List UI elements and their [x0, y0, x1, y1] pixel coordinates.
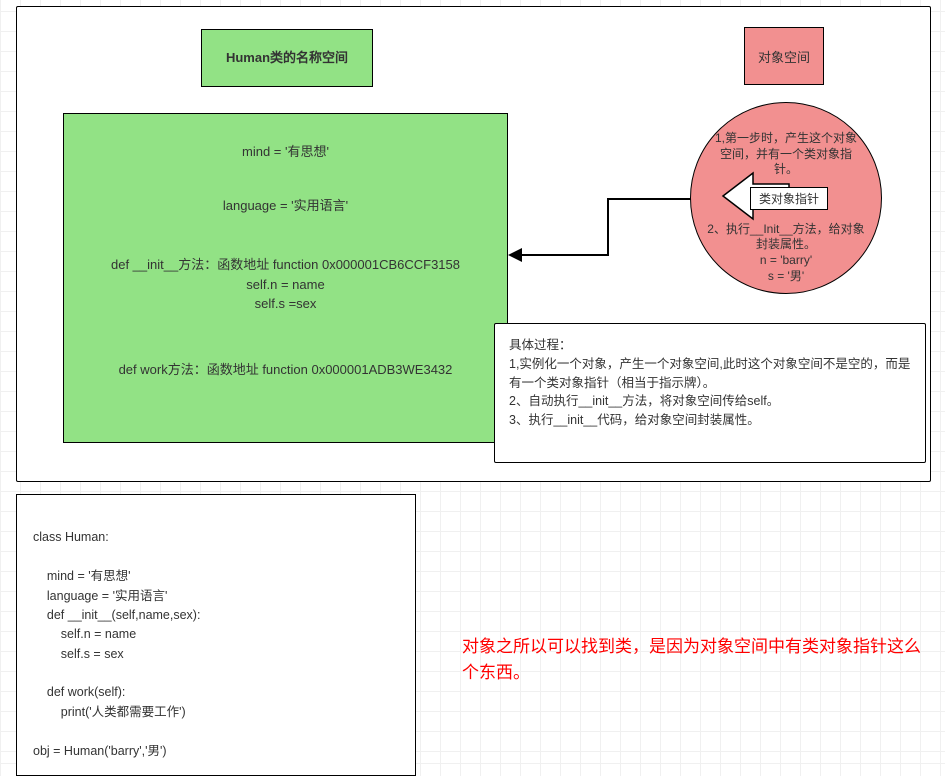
class-method-init: def __init__方法：函数地址 function 0x000001CB6…: [64, 255, 507, 275]
process-heading: 具体过程：: [509, 336, 911, 355]
class-method-init-body1: self.n = name: [64, 275, 507, 295]
pointer-to-class-arrow: [508, 197, 694, 267]
object-space-title-text: 对象空间: [758, 47, 810, 66]
red-explanation-text: 对象之所以可以找到类，是因为对象空间中有类对象指针这么个东西。: [462, 637, 921, 682]
main-panel: Human类的名称空间 mind = '有思想' language = '实用语…: [16, 6, 931, 482]
class-attr-language: language = '实用语言': [64, 196, 507, 216]
code-text: class Human: mind = '有思想' language = '实用…: [33, 530, 200, 757]
circle-step2: 2、执行__Init__方法，给对象封装属性。: [701, 222, 871, 253]
class-method-work: def work方法：函数地址 function 0x000001ADB3WE3…: [64, 360, 507, 380]
process-panel: 具体过程： 1,实例化一个对象，产生一个对象空间,此时这个对象空间不是空的，而是…: [494, 323, 926, 463]
object-space-title: 对象空间: [744, 27, 824, 85]
class-namespace-title-text: Human类的名称空间: [226, 50, 348, 65]
class-method-init-body2: self.s =sex: [64, 294, 507, 314]
process-step1: 1,实例化一个对象，产生一个对象空间,此时这个对象空间不是空的，而是有一个类对象…: [509, 355, 911, 393]
process-step2: 2、自动执行__init__方法，将对象空间传给self。: [509, 392, 911, 411]
class-attr-mind: mind = '有思想': [64, 142, 507, 162]
class-namespace-title: Human类的名称空间: [201, 29, 373, 87]
circle-attr-n: n = 'barry': [701, 253, 871, 269]
red-explanation: 对象之所以可以找到类，是因为对象空间中有类对象指针这么个东西。: [462, 634, 930, 685]
process-step3: 3、执行__init__代码，给对象空间封装属性。: [509, 411, 911, 430]
code-sample: class Human: mind = '有思想' language = '实用…: [16, 494, 416, 776]
circle-attr-s: s = '男': [701, 269, 871, 285]
class-pointer-label: 类对象指针: [750, 187, 828, 210]
class-namespace-body: mind = '有思想' language = '实用语言' def __ini…: [63, 113, 508, 443]
class-pointer-label-text: 类对象指针: [759, 192, 819, 206]
